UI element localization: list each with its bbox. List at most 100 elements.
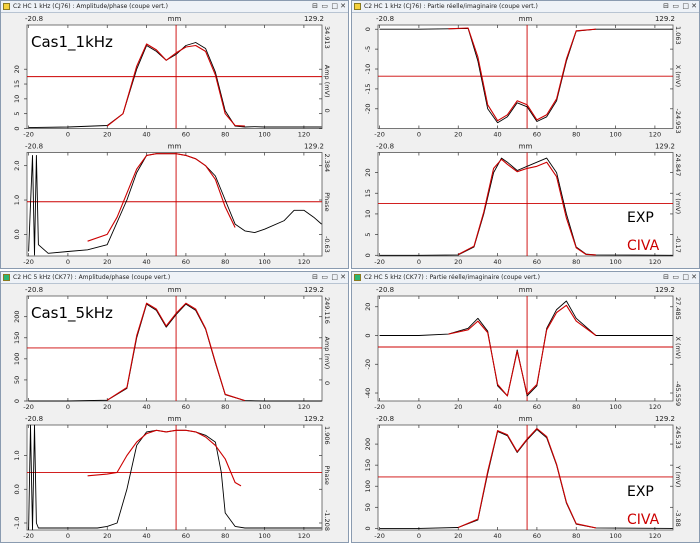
x-tick-label: 40 [142,532,150,540]
maximize-icon[interactable]: □ [331,1,338,12]
x-tick-label: 60 [182,258,190,266]
x-unit-label: mm [168,143,182,151]
window-icon [3,3,10,10]
x-tick-label: 100 [258,532,270,540]
pin-icon[interactable]: ⊟ [663,1,669,12]
x-tick-label: 60 [182,532,190,540]
x-tick-label: -20 [374,258,385,266]
x-min-label: -20.8 [376,143,394,151]
pin-icon[interactable]: ⊟ [312,1,318,12]
title-bar[interactable]: C2 HC 5 kHz (CK77) : Amplitude/phase (co… [1,272,348,284]
y-max-label: 27.485 [674,297,682,320]
restore-icon[interactable]: ▭ [672,1,679,12]
close-icon[interactable]: ✕ [691,272,697,283]
x-tick-label: -20 [23,403,34,411]
x-tick-label: 20 [454,258,462,266]
y-tick-label: -40 [364,388,372,399]
restore-icon[interactable]: ▭ [321,272,328,283]
x-tick-label: -20 [374,131,385,139]
y-min-label: -45.559 [674,381,682,406]
y-axis-name: Phase [323,192,331,211]
x-tick-label: 40 [493,532,501,540]
x-min-label: -20.8 [376,286,394,294]
y-tick-label: 20 [13,65,21,73]
x-tick-label: 80 [221,532,229,540]
y-tick-label: 2.0 [13,161,21,171]
plot-area[interactable]: -20.8 mm 129.2200-20-40-20 0 20 40 60 80 100 1202… [352,284,699,542]
x-tick-label: 100 [258,131,270,139]
title-bar[interactable]: C2 HC 1 kHz (CJ76) : Amplitude/phase (co… [1,1,348,13]
window-icon [354,3,361,10]
plot-area[interactable]: -20.8 mm 129.220151050-20 0 20 40 60 80 100 12034… [1,13,348,268]
x-tick-label: 120 [298,258,310,266]
y-axis-name: X (mV) [674,65,682,87]
x-tick-label: 80 [572,403,580,411]
chart-panel: -20.8 mm 129.2 0 -5 -10 -15 -20 -20 0 20 40 60 80 100 1… [364,15,682,139]
window-title: C2 HC 5 kHz (CK77) : Amplitude/phase (co… [13,274,171,281]
x-tick-label: 80 [221,131,229,139]
y-max-label: 1.063 [674,26,682,45]
plot-background [26,424,323,531]
x-tick-label: -20 [23,131,34,139]
plot-area[interactable]: -20.8 mm 129.20-5-10-15-20-20 0 20 40 60 80 100 1… [352,13,699,268]
y-tick-label: 200 [364,438,372,450]
y-tick-label: 100 [364,480,372,492]
x-tick-label: 120 [298,131,310,139]
x-tick-label: 40 [493,258,501,266]
y-axis-name: Y (mV) [674,191,682,214]
x-tick-label: 80 [221,403,229,411]
x-tick-label: 100 [258,403,270,411]
x-unit-label: mm [168,415,182,423]
window-real-imag-5khz: C2 HC 5 kHz (CK77) : Partie réelle/imagi… [351,271,700,543]
x-max-label: 129.2 [304,143,324,151]
x-tick-label: 60 [182,131,190,139]
title-bar[interactable]: C2 HC 5 kHz (CK77) : Partie réelle/imagi… [352,272,699,284]
x-tick-label: 20 [103,131,111,139]
close-icon[interactable]: ✕ [340,1,346,12]
x-min-label: -20.8 [376,15,394,23]
y-tick-label: 0 [364,253,372,257]
maximize-icon[interactable]: □ [331,272,338,283]
x-min-label: -20.8 [25,143,43,151]
y-tick-label: 10 [364,210,372,218]
x-tick-label: 0 [66,532,70,540]
x-tick-label: 120 [649,258,661,266]
y-max-label: 2.384 [323,154,331,173]
legend-exp: EXP [627,210,654,226]
x-tick-label: 120 [298,532,310,540]
close-icon[interactable]: ✕ [340,272,346,283]
x-tick-label: 0 [66,258,70,266]
x-tick-label: 0 [417,403,421,411]
close-icon[interactable]: ✕ [691,1,697,12]
plot-area[interactable]: -20.8 mm 129.2200150100500-20 0 20 40 60 80 100 1… [1,284,348,542]
x-tick-label: 100 [609,532,621,540]
x-tick-label: 20 [454,403,462,411]
restore-icon[interactable]: ▭ [672,272,679,283]
maximize-icon[interactable]: □ [682,1,689,12]
pin-icon[interactable]: ⊟ [663,272,669,283]
chart-panel: -20.8 mm 129.2200-20-40-20 0 20 40 60 80 100 1202… [364,286,682,411]
x-tick-label: 100 [609,403,621,411]
restore-icon[interactable]: ▭ [321,1,328,12]
y-max-label: 249.116 [323,297,331,324]
x-tick-label: 40 [493,131,501,139]
x-tick-label: 60 [533,131,541,139]
title-bar[interactable]: C2 HC 1 kHz (CJ76) : Partie réelle/imagi… [352,1,699,13]
window-title: C2 HC 5 kHz (CK77) : Partie réelle/imagi… [364,274,541,281]
x-unit-label: mm [519,415,533,423]
x-max-label: 129.2 [655,415,675,423]
y-axis-name: Y (mV) [674,465,682,488]
y-axis-name: Amp (mV) [323,65,331,98]
y-tick-label: 5 [364,233,372,237]
x-tick-label: 80 [572,532,580,540]
plot-background [377,24,674,129]
x-max-label: 129.2 [304,286,324,294]
pin-icon[interactable]: ⊟ [312,272,318,283]
y-tick-label: 1.0 [13,195,21,205]
maximize-icon[interactable]: □ [682,272,689,283]
x-tick-label: 20 [103,258,111,266]
x-tick-label: 20 [103,532,111,540]
x-tick-label: 60 [533,532,541,540]
x-tick-label: -20 [374,403,385,411]
x-min-label: -20.8 [25,286,43,294]
